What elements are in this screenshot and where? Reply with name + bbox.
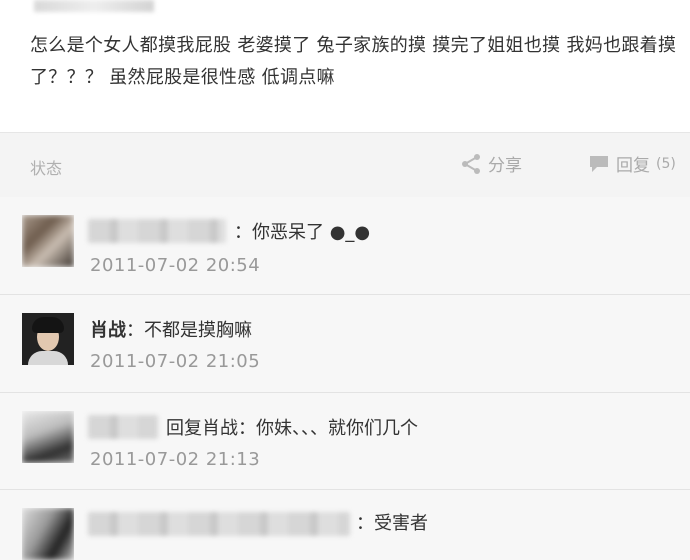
comment-item: 肖战：不都是摸胸嘛 2011-07-02 21:05 — [0, 295, 690, 393]
comment-line: 肖战：不都是摸胸嘛 — [90, 316, 252, 342]
blurred-username — [88, 219, 226, 243]
post-text: 怎么是个女人都摸我屁股 老婆摸了 兔子家族的摸 摸完了姐姐也摸 我妈也跟着摸了？… — [30, 35, 677, 88]
comment-icon — [590, 155, 608, 172]
status-label: 状态 — [30, 159, 63, 178]
comment-time: 2011-07-02 20:54 — [90, 255, 261, 276]
comment-item: 回复肖战：你妹、、、就你们几个 2011-07-02 21:13 — [0, 393, 690, 490]
comment-author[interactable]: 肖战 — [90, 320, 126, 341]
post-card: 怎么是个女人都摸我屁股 老婆摸了 兔子家族的摸 摸完了姐姐也摸 我妈也跟着摸了？… — [0, 0, 690, 132]
post-actions-bar: 状态 分享 回复 (5) — [0, 132, 690, 198]
avatar[interactable] — [22, 411, 74, 463]
comment-time: 2011-07-02 21:13 — [90, 449, 261, 470]
reply-label: 回复 — [616, 156, 650, 176]
comment-text: ：你恶呆了 ●_● — [234, 222, 371, 243]
comment-text: ：受害者 — [356, 513, 428, 534]
share-button[interactable]: 分享 — [460, 151, 522, 176]
avatar[interactable] — [22, 313, 74, 365]
share-icon — [462, 153, 480, 174]
comment-item: ：你恶呆了 ●_● 2011-07-02 20:54 — [0, 197, 690, 295]
comment-time: 2011-07-02 21:05 — [90, 351, 261, 372]
comment-text: 回复肖战：你妹、、、就你们几个 — [166, 418, 418, 439]
avatar[interactable] — [22, 215, 74, 267]
reply-button[interactable]: 回复 (5) — [588, 151, 676, 176]
blurred-header — [34, 0, 154, 12]
blurred-username — [88, 512, 350, 536]
share-label: 分享 — [488, 156, 522, 176]
blurred-username — [88, 415, 158, 439]
avatar[interactable] — [22, 508, 74, 560]
reply-count: (5) — [656, 155, 676, 172]
comment-text: ：不都是摸胸嘛 — [126, 320, 252, 341]
